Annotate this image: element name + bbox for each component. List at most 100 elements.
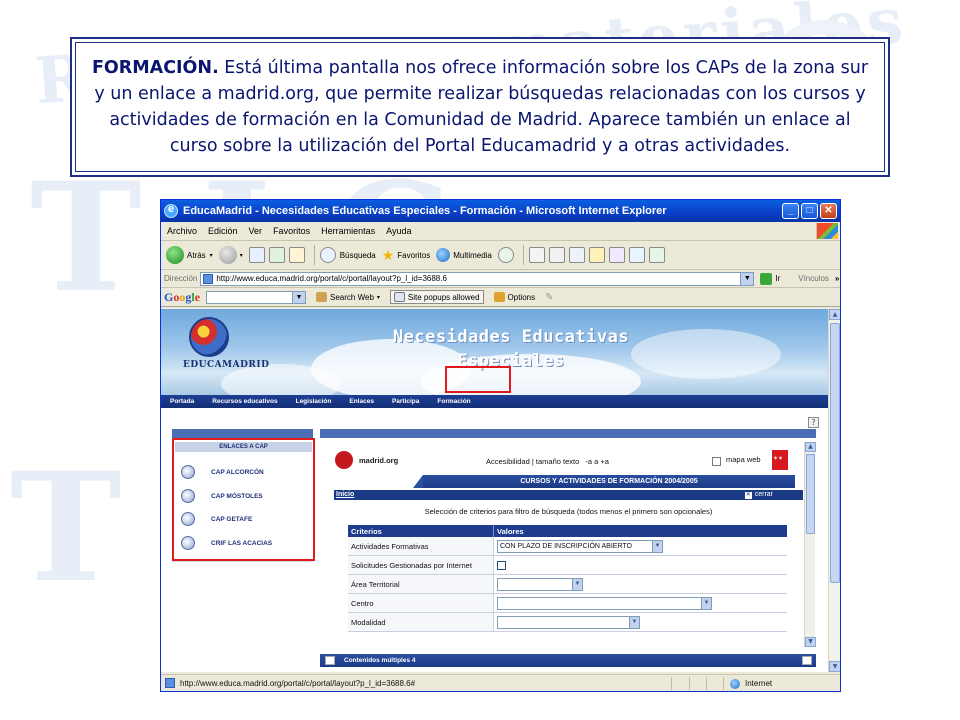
multimedia-icon [436, 248, 451, 262]
menu-herramientas[interactable]: Herramientas [321, 226, 375, 236]
chevron-down-icon[interactable]: ▼ [629, 616, 639, 628]
banner-title-line1: Necesidades Educativas [392, 327, 630, 347]
security-zone: Internet [723, 677, 772, 690]
search-web-button[interactable]: Search Web ▾ [312, 290, 384, 304]
menu-ayuda[interactable]: Ayuda [386, 226, 411, 236]
portlet-header-bar [320, 429, 816, 438]
madrid-org-label[interactable]: madrid.org [359, 456, 398, 465]
page-viewport: EDUCAMADRID Necesidades Educativas Espec… [161, 309, 828, 672]
area-select[interactable]: ▼ [497, 577, 583, 591]
nav-participa[interactable]: Participa [392, 398, 419, 405]
zone-label: Internet [745, 679, 773, 688]
help-button[interactable]: ? [808, 417, 819, 428]
scroll-up-icon[interactable]: ▲ [805, 442, 816, 452]
google-logo[interactable]: Google [164, 290, 200, 305]
address-input[interactable]: http://www.educa.madrid.org/portal/c/por… [200, 271, 755, 286]
address-dropdown-icon[interactable]: ▼ [740, 272, 754, 285]
go-button[interactable]: Ir [775, 274, 780, 283]
google-dropdown-icon[interactable]: ▼ [292, 291, 306, 303]
chevron-down-icon[interactable]: ▼ [652, 540, 662, 552]
row-label: Área Territorial [348, 575, 494, 593]
scroll-up-icon[interactable]: ▲ [829, 309, 840, 320]
row-label: Actividades Formativas [348, 537, 494, 555]
menu-ver[interactable]: Ver [249, 226, 263, 236]
back-label: Atrás [187, 250, 206, 260]
google-search-input[interactable]: ▼ [206, 290, 307, 304]
nav-recursos[interactable]: Recursos educativos [212, 398, 277, 405]
col-criterios: Criterios [348, 525, 494, 537]
nav-formacion[interactable]: Formación [437, 398, 470, 405]
options-button[interactable]: Options [490, 290, 540, 304]
search-button[interactable]: Búsqueda [319, 247, 376, 263]
back-arrow-icon [166, 246, 184, 264]
pencil-icon[interactable]: ✎ [545, 292, 553, 303]
discuss-icon[interactable] [588, 247, 605, 263]
messenger-icon[interactable] [608, 247, 625, 263]
accessibility-label[interactable]: Accesibilidad | tamaño texto [486, 457, 579, 466]
print-icon[interactable] [548, 247, 565, 263]
chevron-right-icon[interactable]: » [835, 274, 839, 283]
menu-favoritos[interactable]: Favoritos [273, 226, 310, 236]
chevron-down-icon[interactable]: ▼ [572, 578, 582, 590]
nav-legislacion[interactable]: Legislación [296, 398, 332, 405]
back-button[interactable]: Atrás ▾ [166, 246, 213, 264]
nav-enlaces[interactable]: Enlaces [349, 398, 374, 405]
page-scrollbar[interactable]: ▲ ▼ [828, 309, 840, 672]
ie-logo-icon [164, 203, 178, 218]
research-icon[interactable] [628, 247, 645, 263]
solicitudes-checkbox[interactable] [497, 560, 506, 570]
educamadrid-logo-text[interactable]: EDUCAMADRID [183, 360, 269, 370]
frame-scroll-thumb[interactable] [806, 454, 815, 534]
educamadrid-logo-icon[interactable] [189, 317, 229, 357]
close-link[interactable]: ✕ cerrar [744, 490, 773, 500]
nav-portada[interactable]: Portada [170, 398, 194, 405]
madrid-org-logo-icon[interactable] [335, 451, 353, 469]
modalidad-select[interactable]: ▼ [497, 615, 640, 629]
home-icon[interactable] [288, 247, 305, 263]
filter-row-modalidad: Modalidad ▼ [348, 613, 787, 632]
frame-scrollbar[interactable]: ▲ ▼ [804, 442, 816, 647]
comunidad-madrid-logo-icon[interactable] [772, 450, 788, 470]
multimedia-button[interactable]: Multimedia [436, 248, 492, 262]
edit-icon[interactable] [802, 656, 812, 665]
status-url: http://www.educa.madrid.org/portal/c/por… [180, 678, 416, 688]
scroll-down-icon[interactable]: ▼ [805, 637, 816, 647]
forward-dropdown-icon[interactable]: ▾ [240, 252, 243, 259]
globe-icon [730, 678, 740, 689]
portlet-icon [325, 656, 335, 665]
menu-archivo[interactable]: Archivo [167, 226, 197, 236]
title-bar[interactable]: EducaMadrid - Necesidades Educativas Esp… [161, 200, 840, 222]
favorites-button[interactable]: ★ Favoritos [382, 247, 430, 264]
menu-edicion[interactable]: Edición [208, 226, 238, 236]
inicio-link[interactable]: Inicio [336, 491, 354, 498]
slide: Recursos y materiales TIC TIC FORMACIÓN.… [0, 0, 960, 720]
sitemap-icon[interactable] [712, 457, 721, 466]
chevron-down-icon[interactable]: ▼ [701, 597, 711, 609]
maximize-button[interactable]: □ [801, 203, 818, 219]
popups-button[interactable]: Site popups allowed [389, 290, 484, 304]
page-icon [165, 678, 175, 688]
centro-select[interactable]: ▼ [497, 596, 712, 610]
links-label[interactable]: Vínculos [798, 274, 829, 283]
refresh-icon[interactable] [268, 247, 285, 263]
mail-icon[interactable] [528, 247, 545, 263]
minimize-button[interactable]: _ [782, 203, 799, 219]
go-arrow-icon[interactable] [760, 272, 773, 285]
actividades-value: CON PLAZO DE INSCRIPCIÓN ABIERTO [500, 542, 632, 550]
address-label: Dirección [164, 274, 198, 283]
text-size-controls[interactable]: -a a +a [585, 457, 609, 466]
page-scroll-thumb[interactable] [830, 323, 840, 583]
multi-content-bar: Contenidos múltiples 4 [320, 654, 816, 667]
site-map-link[interactable]: mapa web [726, 455, 761, 464]
close-button[interactable]: ✕ [820, 203, 837, 219]
stop-icon[interactable] [248, 247, 265, 263]
history-icon[interactable] [497, 247, 514, 263]
scroll-down-icon[interactable]: ▼ [829, 661, 840, 672]
back-dropdown-icon[interactable]: ▾ [210, 252, 213, 259]
actividades-select[interactable]: CON PLAZO DE INSCRIPCIÓN ABIERTO ▼ [497, 539, 663, 553]
address-bar: Dirección http://www.educa.madrid.org/po… [161, 270, 840, 288]
tools-icon[interactable] [648, 247, 665, 263]
forward-button[interactable]: ▾ [218, 246, 243, 264]
close-label: cerrar [754, 491, 773, 498]
edit-icon[interactable] [568, 247, 585, 263]
